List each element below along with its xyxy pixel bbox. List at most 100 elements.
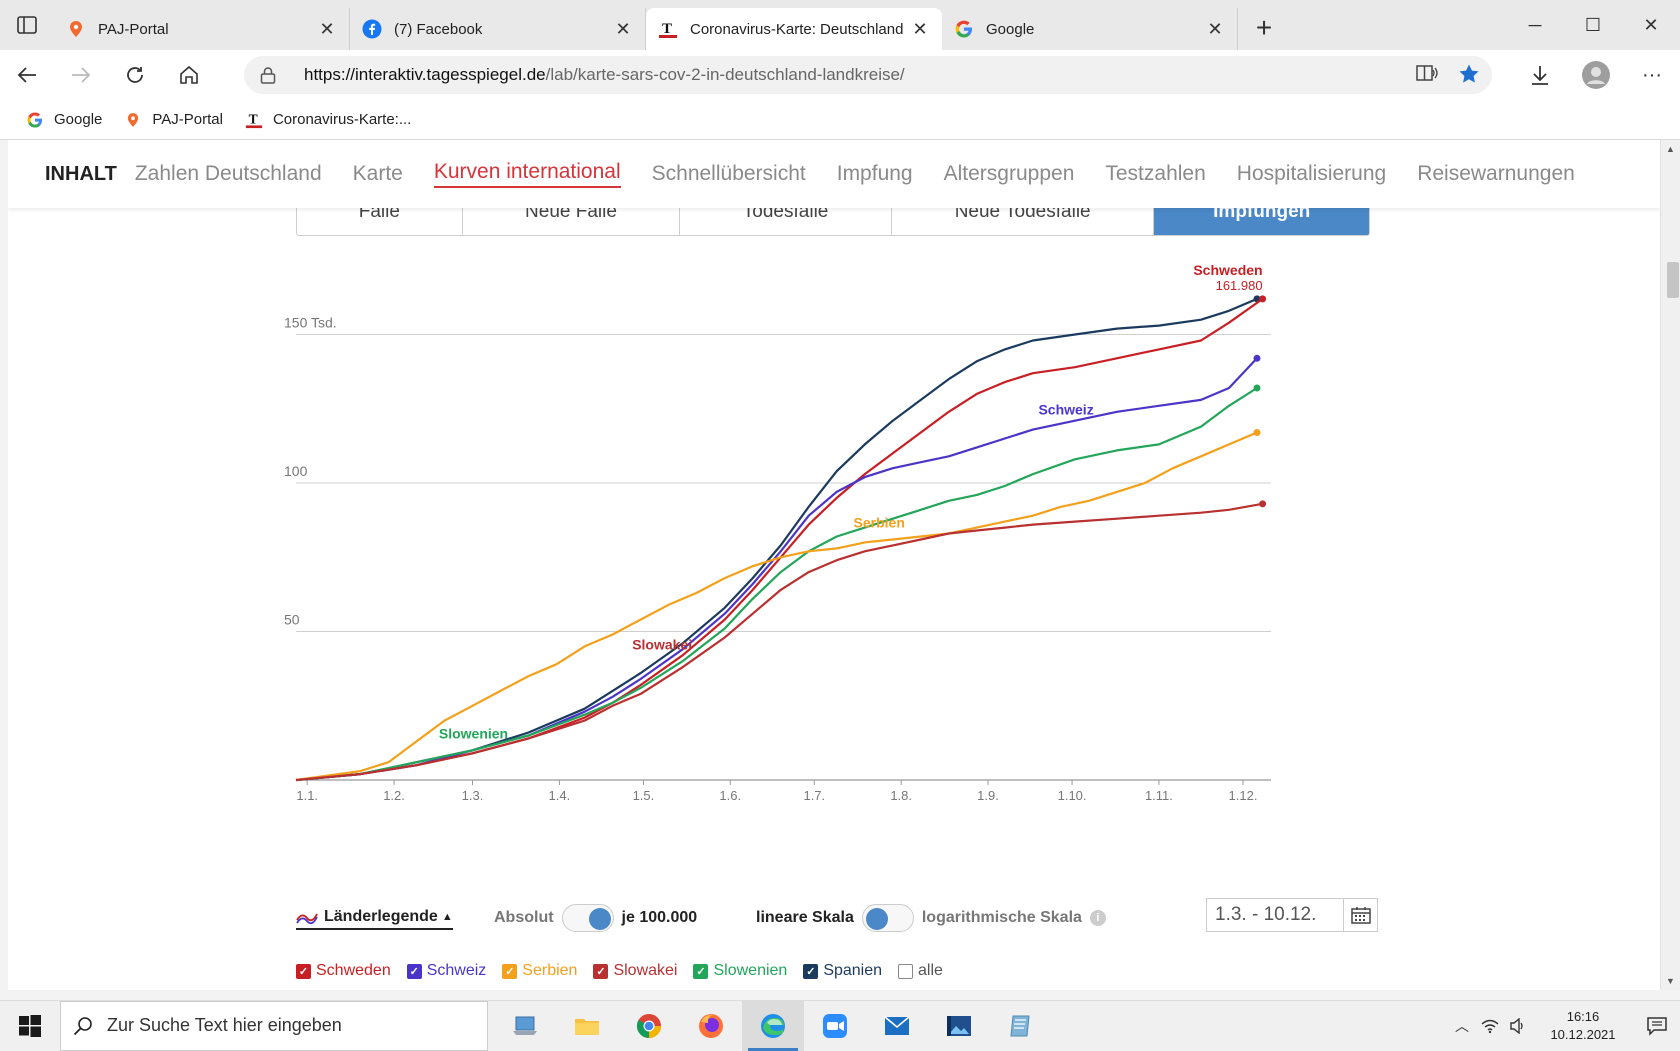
x-tick-label: 1.4. <box>549 788 571 803</box>
downloads-button[interactable] <box>1512 50 1568 100</box>
bookmark-label: Google <box>54 111 103 128</box>
browser-tab-2[interactable]: T Coronavirus-Karte: Deutschland ✕ <box>646 8 942 50</box>
caret-up-icon: ▲ <box>441 911 453 923</box>
notification-center-button[interactable] <box>1634 1001 1680 1051</box>
taskbar-photos[interactable] <box>928 1001 990 1051</box>
x-tick-label: 1.10. <box>1058 788 1087 803</box>
firefox-icon <box>699 1013 723 1038</box>
checkbox-serbien[interactable]: ✓ Serbien <box>502 962 577 980</box>
new-tab-button[interactable]: + <box>1244 8 1284 48</box>
taskbar-chrome[interactable] <box>618 1001 680 1051</box>
minimize-button[interactable]: ─ <box>1506 0 1564 50</box>
y-tick-label: 150 Tsd. <box>284 315 337 331</box>
series-end-label: Schweden <box>1193 262 1262 278</box>
country-legend-toggle[interactable]: Länderlegende ▲ <box>296 908 453 930</box>
home-button[interactable] <box>162 50 216 100</box>
nav-item-karte[interactable]: Karte <box>353 162 403 186</box>
checkbox-schweiz[interactable]: ✓ Schweiz <box>406 962 486 980</box>
checkbox-box: ✓ <box>406 963 422 979</box>
reload-button[interactable] <box>108 50 162 100</box>
profile-button[interactable] <box>1568 50 1624 100</box>
nav-item-impfung[interactable]: Impfung <box>837 162 913 186</box>
browser-tab-3[interactable]: Google ✕ <box>942 8 1238 50</box>
checkbox-alle[interactable]: alle <box>898 962 943 980</box>
calendar-icon[interactable] <box>1343 899 1377 931</box>
bookmark-label: PAJ-Portal <box>152 111 223 128</box>
taskbar-search[interactable]: Zur Suche Text hier eingeben <box>60 1000 488 1051</box>
address-input[interactable]: https://interaktiv.tagesspiegel.de /lab/… <box>244 56 1492 94</box>
more-menu-button[interactable]: ··· <box>1624 50 1680 100</box>
y-tick-label: 50 <box>284 612 300 628</box>
forward-button[interactable] <box>54 50 108 100</box>
absolute-switch[interactable] <box>561 904 614 932</box>
checkbox-slowakei[interactable]: ✓ Slowakei <box>593 962 677 980</box>
notes-icon <box>1010 1015 1030 1036</box>
folder-icon <box>575 1018 599 1035</box>
page-scrollbar[interactable]: ▲ ▼ <box>1660 140 1680 990</box>
wifi-icon[interactable] <box>1476 1018 1504 1034</box>
tab-close-icon[interactable]: ✕ <box>1205 19 1225 40</box>
nav-item-testzahlen[interactable]: Testzahlen <box>1105 162 1205 186</box>
checkbox-schweden[interactable]: ✓ Schweden <box>296 962 391 980</box>
pin-icon <box>124 111 142 129</box>
more-dots-icon: ··· <box>1642 63 1662 86</box>
taskbar-firefox[interactable] <box>680 1001 742 1051</box>
nav-item-zahlen-deutschland[interactable]: Zahlen Deutschland <box>135 162 322 186</box>
speaker-icon[interactable] <box>1504 1018 1532 1034</box>
start-button[interactable] <box>0 1001 60 1051</box>
absolut-label: Absolut <box>494 909 554 926</box>
nav-item-schnelluebersicht[interactable]: Schnellübersicht <box>652 162 806 186</box>
tab-actions-button[interactable] <box>0 0 54 50</box>
nav-item-altersgruppen[interactable]: Altersgruppen <box>944 162 1075 186</box>
switch-knob <box>865 908 888 930</box>
bookmark-google[interactable]: Google <box>26 111 102 129</box>
lock-icon[interactable] <box>260 66 284 84</box>
scroll-thumb[interactable] <box>1667 262 1679 298</box>
laptop-icon <box>513 1016 537 1035</box>
close-window-button[interactable]: ✕ <box>1622 0 1680 50</box>
info-icon[interactable]: i <box>1089 910 1106 926</box>
favorite-star-icon[interactable] <box>1458 63 1480 90</box>
maximize-button[interactable]: ☐ <box>1564 0 1622 50</box>
tab-close-icon[interactable]: ✕ <box>613 19 633 40</box>
taskbar-clock[interactable]: 16:16 10.12.2021 <box>1540 1008 1626 1044</box>
taskbar-notes[interactable] <box>990 1001 1052 1051</box>
window-controls: ─ ☐ ✕ <box>1506 0 1680 50</box>
tab-title: PAJ-Portal <box>98 20 169 38</box>
web-page: INHALT Zahlen Deutschland Karte Kurven i… <box>8 140 1660 990</box>
checkbox-spanien[interactable]: ✓ Spanien <box>803 962 882 980</box>
zoom-icon <box>823 1013 847 1038</box>
clock-date: 10.12.2021 <box>1550 1027 1616 1042</box>
taskbar-this-pc[interactable] <box>494 1001 556 1051</box>
back-arrow-icon <box>17 67 36 83</box>
series-label: Serbien <box>854 515 905 531</box>
absolute-relative-toggle: Absolut je 100.000 <box>494 904 697 932</box>
browser-tab-1[interactable]: (7) Facebook ✕ <box>350 8 646 50</box>
svg-text:T: T <box>662 21 672 37</box>
chevron-up-icon[interactable]: ︿ <box>1448 1016 1476 1036</box>
scroll-up-icon[interactable]: ▲ <box>1666 144 1675 154</box>
checkbox-box: ✓ <box>502 963 518 979</box>
bookmark-coronavirus-karte[interactable]: T Coronavirus-Karte:... <box>245 111 411 129</box>
bookmark-paj-portal[interactable]: PAJ-Portal <box>124 111 223 129</box>
series-end-value: 161.980 <box>1216 278 1263 293</box>
checkbox-box: ✓ <box>803 963 819 979</box>
scale-switch[interactable] <box>861 904 914 932</box>
browser-tab-0[interactable]: PAJ-Portal ✕ <box>54 8 350 50</box>
reader-mode-icon[interactable] <box>1416 63 1438 90</box>
tab-close-icon[interactable]: ✕ <box>317 19 337 40</box>
x-tick-label: 1.11. <box>1145 788 1173 803</box>
taskbar-file-explorer[interactable] <box>556 1001 618 1051</box>
nav-item-kurven-international[interactable]: Kurven international <box>433 160 621 188</box>
nav-item-reisewarnungen[interactable]: Reisewarnungen <box>1417 162 1575 186</box>
nav-item-hospitalisierung[interactable]: Hospitalisierung <box>1237 162 1386 186</box>
checkbox-slowenien[interactable]: ✓ Slowenien <box>693 962 787 980</box>
scroll-down-icon[interactable]: ▼ <box>1666 976 1675 986</box>
avatar-icon <box>1582 61 1610 89</box>
date-range-picker[interactable]: 1.3. - 10.12. <box>1206 898 1378 932</box>
back-button[interactable] <box>0 50 54 100</box>
taskbar-zoom[interactable] <box>804 1001 866 1051</box>
taskbar-mail[interactable] <box>866 1001 928 1051</box>
taskbar-edge[interactable] <box>742 1000 804 1051</box>
tab-close-icon[interactable]: ✕ <box>910 19 930 40</box>
